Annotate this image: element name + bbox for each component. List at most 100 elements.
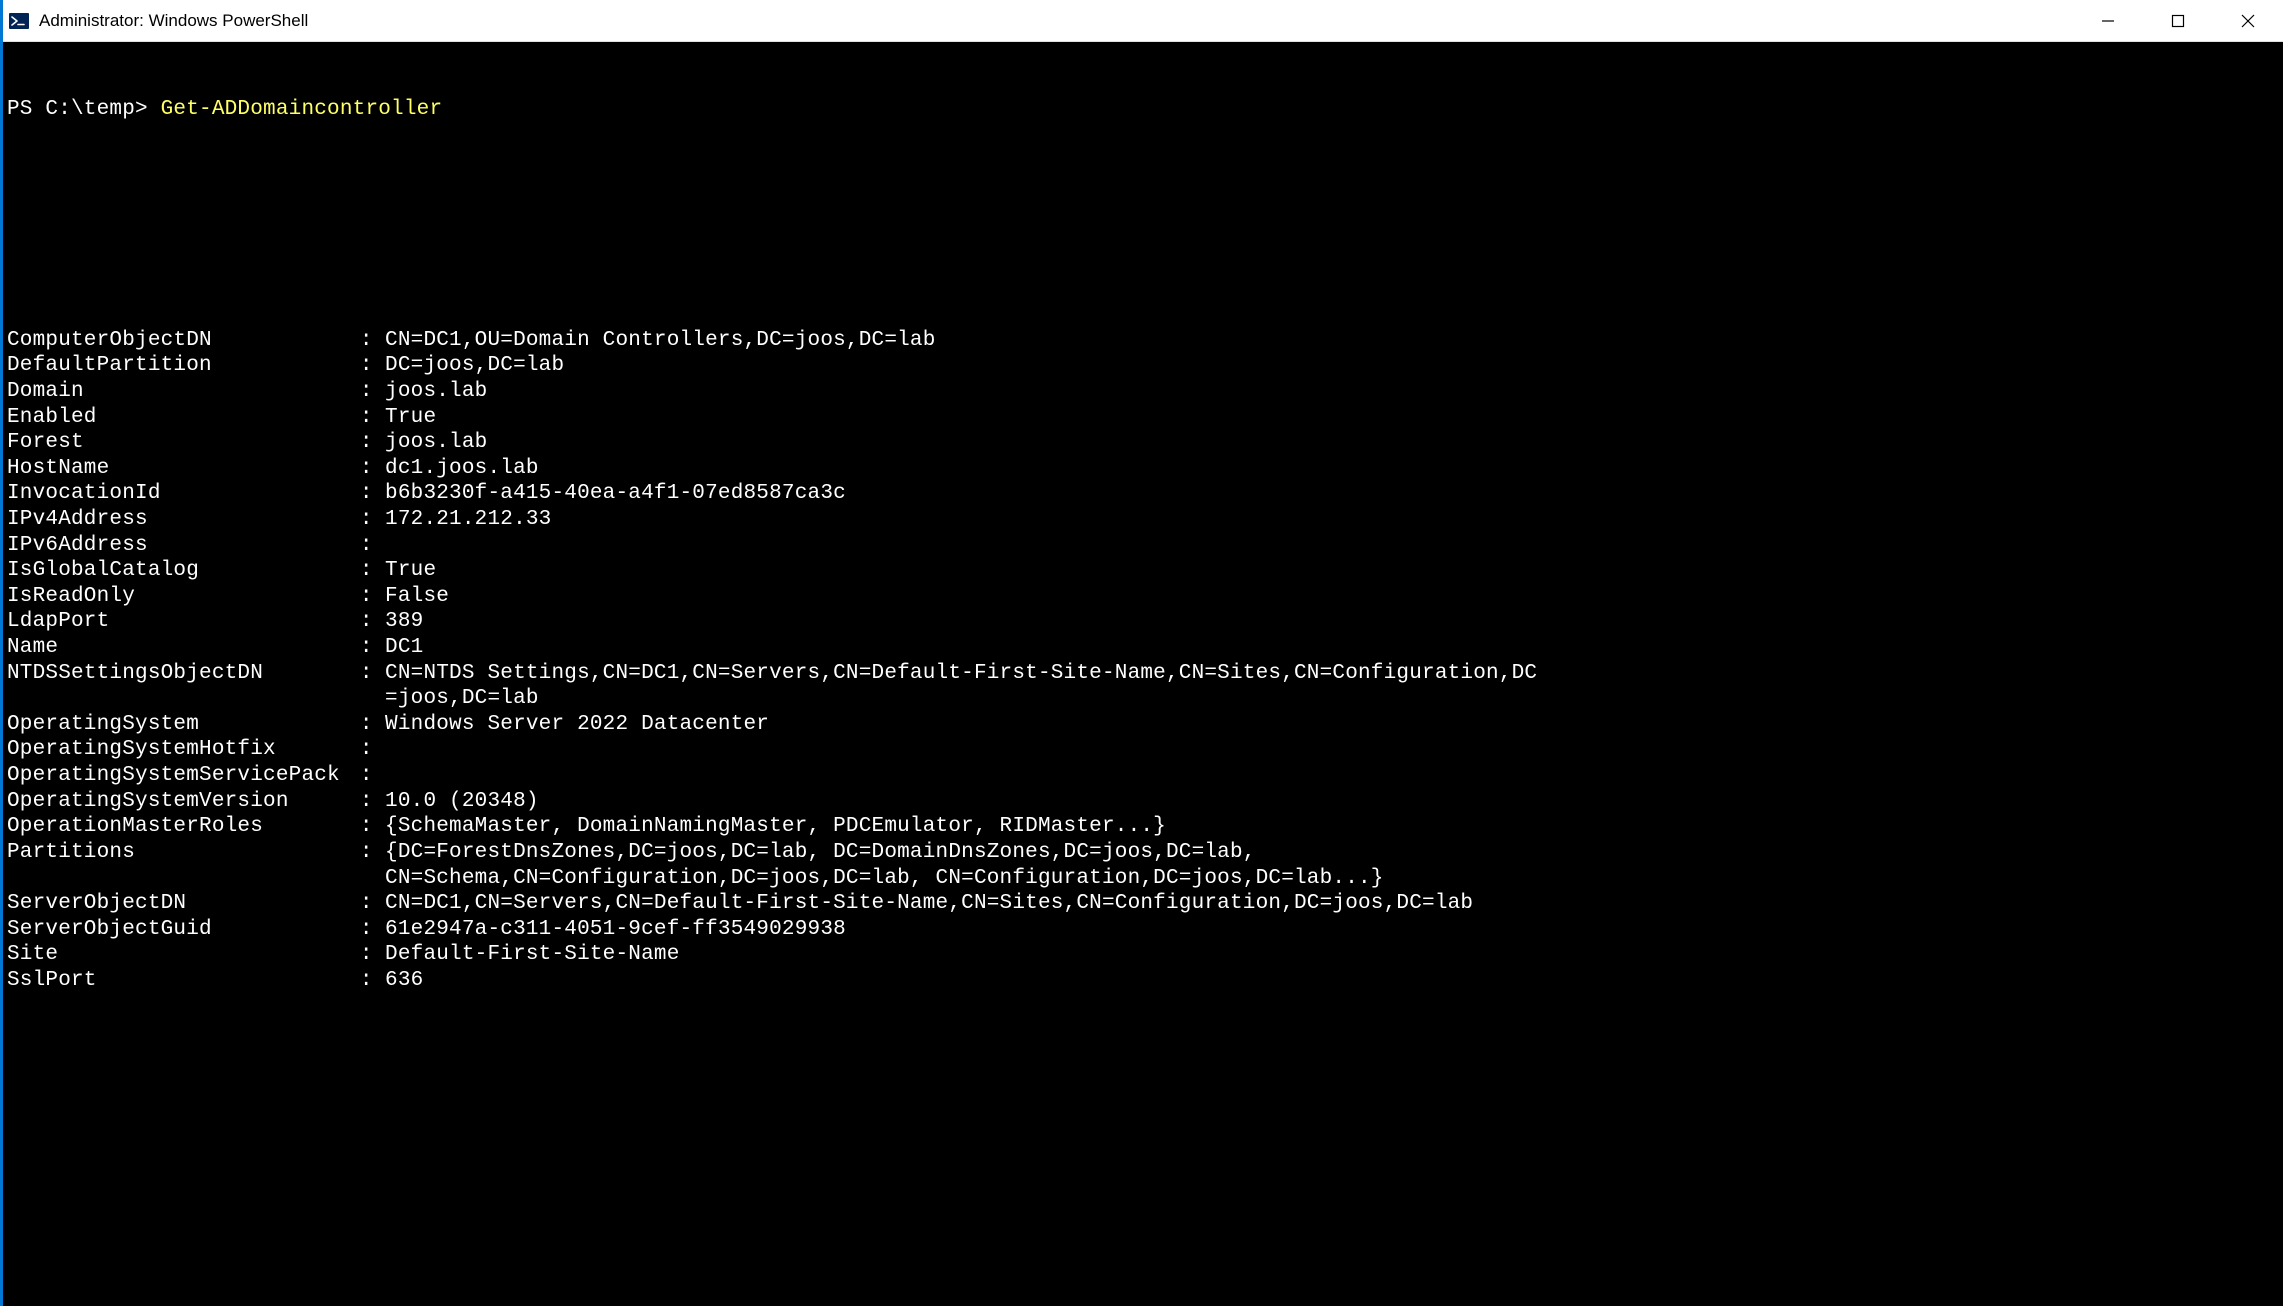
output-key: OperatingSystemHotfix [7, 737, 360, 763]
output-separator: : [360, 609, 385, 635]
output-value: joos.lab [385, 430, 2283, 456]
output-separator: : [360, 891, 385, 917]
output-value: dc1.joos.lab [385, 456, 2283, 482]
output-key: IsGlobalCatalog [7, 558, 360, 584]
output-row: Domain: joos.lab [7, 379, 2283, 405]
output-row: OperationMasterRoles: {SchemaMaster, Dom… [7, 814, 2283, 840]
output-separator: : [360, 533, 385, 559]
output-value: Windows Server 2022 Datacenter [385, 712, 2283, 738]
command-text: Get-ADDomaincontroller [161, 97, 443, 123]
output-key: OperationMasterRoles [7, 814, 360, 840]
output-key: InvocationId [7, 481, 360, 507]
output-row: Partitions: {DC=ForestDnsZones,DC=joos,D… [7, 840, 2283, 866]
output-separator: : [360, 584, 385, 610]
terminal-area[interactable]: PS C:\temp> Get-ADDomaincontroller Compu… [3, 42, 2283, 1306]
output-separator: : [360, 481, 385, 507]
output-value: b6b3230f-a415-40ea-a4f1-07ed8587ca3c [385, 481, 2283, 507]
output-continuation: =joos,DC=lab [7, 686, 2283, 712]
output-value: False [385, 584, 2283, 610]
output-separator: : [360, 712, 385, 738]
output-key: Site [7, 942, 360, 968]
output-value: 389 [385, 609, 2283, 635]
close-icon [2241, 14, 2255, 28]
output-key: LdapPort [7, 609, 360, 635]
titlebar: Administrator: Windows PowerShell [3, 0, 2283, 42]
output-key: NTDSSettingsObjectDN [7, 661, 360, 687]
output-key: SslPort [7, 968, 360, 994]
output-separator: : [360, 661, 385, 687]
output-row: IPv4Address: 172.21.212.33 [7, 507, 2283, 533]
output-row: OperatingSystemVersion: 10.0 (20348) [7, 789, 2283, 815]
output-row: Forest: joos.lab [7, 430, 2283, 456]
output-value: CN=DC1,CN=Servers,CN=Default-First-Site-… [385, 891, 2283, 917]
output-row: Site: Default-First-Site-Name [7, 942, 2283, 968]
output-separator: : [360, 507, 385, 533]
output-value: joos.lab [385, 379, 2283, 405]
output-continuation: CN=Schema,CN=Configuration,DC=joos,DC=la… [7, 866, 2283, 892]
output-row: ComputerObjectDN: CN=DC1,OU=Domain Contr… [7, 328, 2283, 354]
output-key: IPv6Address [7, 533, 360, 559]
output-separator: : [360, 405, 385, 431]
output-value: DC1 [385, 635, 2283, 661]
output-value: DC=joos,DC=lab [385, 353, 2283, 379]
close-button[interactable] [2213, 0, 2283, 41]
output-value: CN=NTDS Settings,CN=DC1,CN=Servers,CN=De… [385, 661, 2283, 687]
powershell-icon [9, 11, 29, 31]
output-row: IsReadOnly: False [7, 584, 2283, 610]
output-separator: : [360, 840, 385, 866]
minimize-icon [2101, 14, 2115, 28]
blank-line [7, 174, 2283, 200]
output-row: LdapPort: 389 [7, 609, 2283, 635]
output-value: {SchemaMaster, DomainNamingMaster, PDCEm… [385, 814, 2283, 840]
output-key: OperatingSystemServicePack [7, 763, 360, 789]
powershell-window: Administrator: Windows PowerShell PS C: [0, 0, 2283, 1306]
output-row: OperatingSystemHotfix: [7, 737, 2283, 763]
output-row: InvocationId: b6b3230f-a415-40ea-a4f1-07… [7, 481, 2283, 507]
output-separator: : [360, 430, 385, 456]
blank-line [7, 251, 2283, 277]
output-separator: : [360, 789, 385, 815]
output-value: True [385, 558, 2283, 584]
output-row: SslPort: 636 [7, 968, 2283, 994]
output-key: ServerObjectGuid [7, 917, 360, 943]
output-separator: : [360, 968, 385, 994]
output-value: {DC=ForestDnsZones,DC=joos,DC=lab, DC=Do… [385, 840, 2283, 866]
output-key: Enabled [7, 405, 360, 431]
window-title: Administrator: Windows PowerShell [39, 11, 2073, 31]
output-row: Name: DC1 [7, 635, 2283, 661]
output-separator: : [360, 353, 385, 379]
output-row: Enabled: True [7, 405, 2283, 431]
output-separator: : [360, 917, 385, 943]
output-separator: : [360, 456, 385, 482]
output-key: IsReadOnly [7, 584, 360, 610]
output-key: DefaultPartition [7, 353, 360, 379]
window-controls [2073, 0, 2283, 41]
output-row: DefaultPartition: DC=joos,DC=lab [7, 353, 2283, 379]
output-value: 61e2947a-c311-4051-9cef-ff3549029938 [385, 917, 2283, 943]
output-key: IPv4Address [7, 507, 360, 533]
output-separator: : [360, 737, 385, 763]
output-key: Partitions [7, 840, 360, 866]
output-row: NTDSSettingsObjectDN: CN=NTDS Settings,C… [7, 661, 2283, 687]
output-separator: : [360, 558, 385, 584]
output-value: True [385, 405, 2283, 431]
output-separator: : [360, 328, 385, 354]
output-separator: : [360, 635, 385, 661]
output-key: Name [7, 635, 360, 661]
output-value: 172.21.212.33 [385, 507, 2283, 533]
maximize-button[interactable] [2143, 0, 2213, 41]
output-key: OperatingSystem [7, 712, 360, 738]
output-separator: : [360, 379, 385, 405]
minimize-button[interactable] [2073, 0, 2143, 41]
output-key: HostName [7, 456, 360, 482]
prompt-line: PS C:\temp> Get-ADDomaincontroller [7, 97, 2283, 123]
output-separator: : [360, 814, 385, 840]
output-value [385, 737, 2283, 763]
output-row: ServerObjectDN: CN=DC1,CN=Servers,CN=Def… [7, 891, 2283, 917]
output-value: 10.0 (20348) [385, 789, 2283, 815]
output-key: Domain [7, 379, 360, 405]
output-value [385, 533, 2283, 559]
output-separator: : [360, 763, 385, 789]
output-value: 636 [385, 968, 2283, 994]
output-value: Default-First-Site-Name [385, 942, 2283, 968]
